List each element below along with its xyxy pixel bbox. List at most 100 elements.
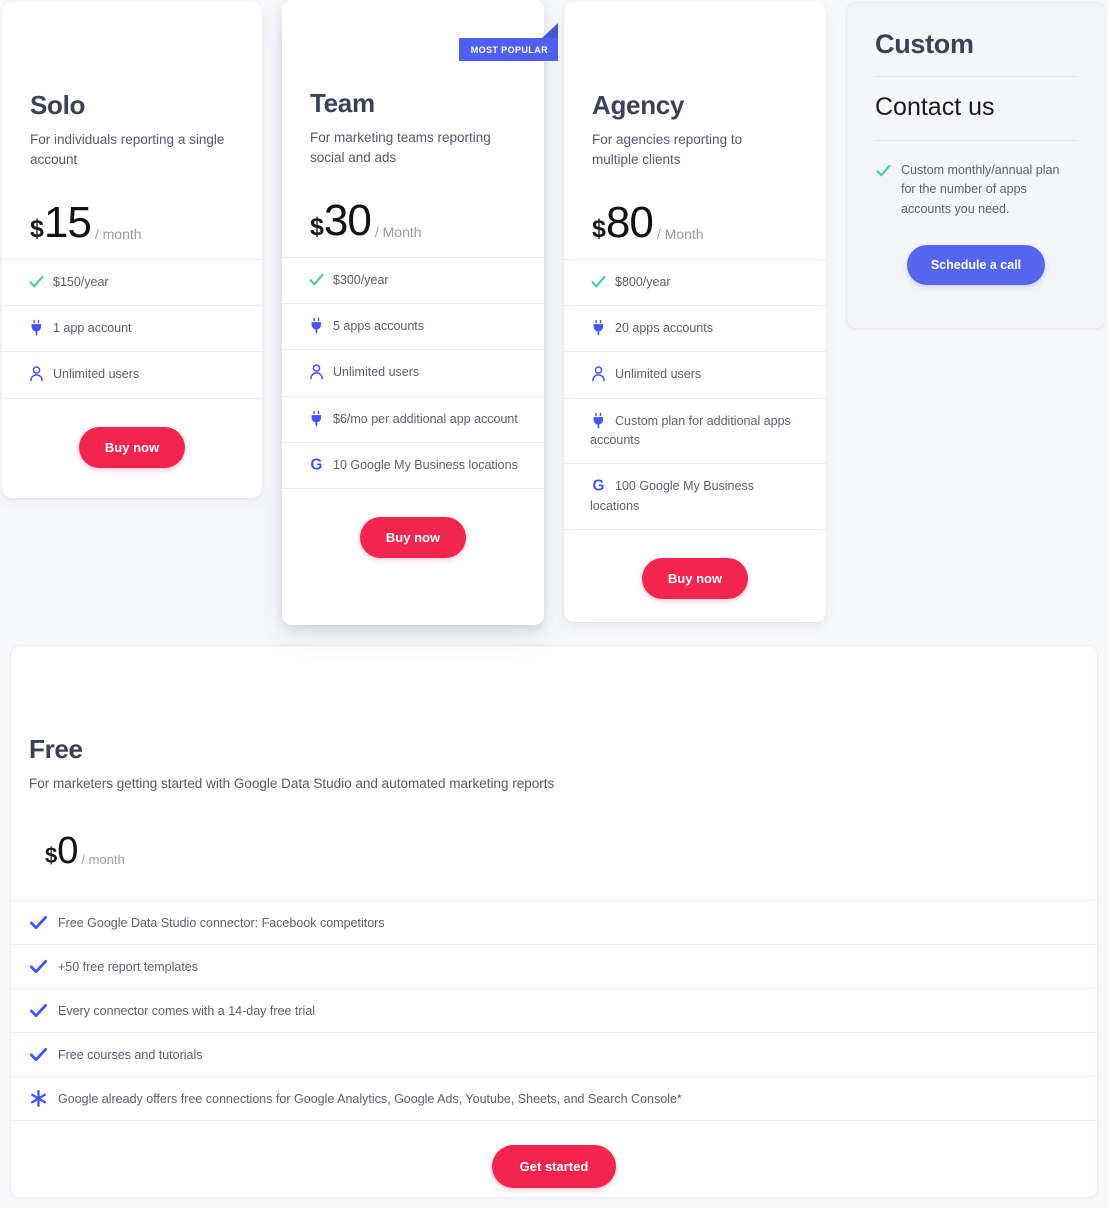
- feature-row: Free Google Data Studio connector: Faceb…: [11, 901, 1097, 946]
- plan-description: For marketers getting started with Googl…: [29, 776, 555, 791]
- plans-row: Solo For individuals reporting a single …: [0, 0, 1108, 640]
- most-popular-badge: MOST POPULAR: [458, 23, 558, 61]
- check-blue-icon: [29, 913, 48, 932]
- schedule-a-call-button[interactable]: Schedule a call: [906, 245, 1046, 286]
- price-amount: 30: [323, 195, 372, 245]
- pricing-page: Solo For individuals reporting a single …: [0, 0, 1108, 1208]
- price-currency: $: [30, 214, 44, 243]
- plan-price: $15 / month: [2, 171, 262, 245]
- feature-text: Unlimited users: [53, 367, 140, 382]
- buy-now-button[interactable]: Buy now: [359, 517, 467, 559]
- cta-wrap: Schedule a call: [875, 219, 1077, 286]
- feature-list: $300/year 5 apps accounts Unlimited user…: [282, 256, 544, 490]
- price-amount: 15: [43, 197, 92, 247]
- feature-text: 10 Google My Business locations: [333, 458, 518, 472]
- plan-card-free[interactable]: Free For marketers getting started with …: [10, 645, 1098, 1198]
- feature-text: Custom plan for additional apps accounts: [590, 413, 791, 447]
- plan-name: Agency: [592, 90, 685, 120]
- check-green-icon: [875, 162, 892, 179]
- plan-description: For individuals reporting a single accou…: [30, 132, 225, 168]
- plan-card-custom[interactable]: Custom Contact us Custom monthly/annual …: [846, 2, 1106, 329]
- check-blue-icon: [29, 957, 48, 976]
- feature-row: G 100 Google My Business locations: [564, 464, 826, 531]
- feature-row: +50 free report templates: [11, 945, 1097, 990]
- feature-row: Unlimited users: [282, 350, 544, 397]
- plan-card-team[interactable]: MOST POPULAR Team For marketing teams re…: [282, 0, 558, 625]
- svg-text:G: G: [593, 478, 605, 494]
- feature-text: $150/year: [53, 274, 109, 289]
- price-amount: 0: [57, 830, 78, 873]
- price-period: / month: [94, 225, 142, 242]
- price-period: / Month: [656, 225, 704, 242]
- price-currency: $: [310, 212, 324, 241]
- check-green-icon: [308, 271, 325, 288]
- asterisk-icon: [29, 1089, 48, 1108]
- feature-text: 5 apps accounts: [333, 318, 425, 333]
- feature-text: $300/year: [333, 272, 389, 287]
- plan-price: $80 / Month: [564, 171, 826, 245]
- feature-text: Free courses and tutorials: [58, 1047, 203, 1062]
- plan-price: $30 / Month: [282, 169, 544, 243]
- feature-list: Free Google Data Studio connector: Faceb…: [11, 900, 1097, 1122]
- feature-row: Custom monthly/annual plan for the numbe…: [875, 141, 1077, 219]
- plan-card-solo[interactable]: Solo For individuals reporting a single …: [2, 2, 262, 498]
- user-icon: [308, 363, 325, 380]
- buy-now-button[interactable]: Buy now: [78, 426, 186, 468]
- price-currency: $: [45, 843, 58, 869]
- feature-row: 5 apps accounts: [282, 304, 544, 351]
- plug-icon: [28, 319, 45, 336]
- feature-row: Unlimited users: [2, 352, 262, 399]
- feature-row: G 10 Google My Business locations: [282, 443, 544, 490]
- plan-name: Free: [29, 734, 83, 764]
- feature-row: Custom plan for additional apps accounts: [564, 399, 826, 465]
- price-period: / Month: [374, 223, 422, 240]
- plan-header-solo: Solo For individuals reporting a single …: [2, 2, 262, 171]
- cta-wrap: Buy now: [2, 399, 262, 468]
- feature-list: $800/year 20 apps accounts Unlimited use…: [564, 258, 826, 531]
- feature-row: $300/year: [282, 258, 544, 304]
- feature-row: $150/year: [2, 260, 262, 306]
- feature-row: 1 app account: [2, 306, 262, 353]
- feature-row: Google already offers free connections f…: [11, 1077, 1097, 1122]
- plug-icon: [590, 412, 607, 429]
- plan-header-agency: Agency For agencies reporting to multipl…: [564, 2, 826, 171]
- feature-row: Unlimited users: [564, 352, 826, 399]
- check-green-icon: [28, 273, 45, 290]
- cta-wrap: Buy now: [564, 530, 826, 600]
- plan-description: For agencies reporting to multiple clien…: [592, 132, 743, 168]
- contact-heading: Contact us: [875, 93, 995, 121]
- feature-text: +50 free report templates: [58, 959, 199, 974]
- check-blue-icon: [29, 1045, 48, 1064]
- feature-row: $6/mo per additional app account: [282, 397, 544, 443]
- cta-wrap: Get started: [11, 1121, 1097, 1189]
- plug-icon: [308, 410, 325, 427]
- feature-text: 1 app account: [53, 320, 132, 335]
- feature-row: $800/year: [564, 260, 826, 306]
- get-started-button[interactable]: Get started: [491, 1145, 617, 1189]
- feature-text: 20 apps accounts: [615, 320, 713, 335]
- svg-text:G: G: [311, 457, 323, 473]
- check-blue-icon: [29, 1001, 48, 1020]
- feature-text: Google already offers free connections f…: [58, 1091, 682, 1106]
- buy-now-button[interactable]: Buy now: [641, 558, 749, 600]
- custom-title: Custom: [875, 29, 974, 59]
- feature-text: Free Google Data Studio connector: Faceb…: [58, 915, 385, 930]
- price-currency: $: [592, 214, 606, 243]
- plug-icon: [590, 319, 607, 336]
- user-icon: [28, 365, 45, 382]
- feature-text: Unlimited users: [333, 365, 420, 380]
- custom-inner: Custom Contact us Custom monthly/annual …: [847, 3, 1105, 286]
- feature-text: Unlimited users: [615, 367, 702, 382]
- plan-card-agency[interactable]: Agency For agencies reporting to multipl…: [564, 2, 826, 622]
- ribbon-fold-icon: [542, 23, 558, 38]
- price-amount: 80: [605, 197, 654, 247]
- cta-wrap: Buy now: [282, 489, 544, 559]
- plug-icon: [308, 317, 325, 334]
- plan-header-team: Team For marketing teams reporting socia…: [282, 0, 544, 169]
- check-green-icon: [590, 273, 607, 290]
- plan-description: For marketing teams reporting social and…: [310, 130, 491, 166]
- feature-text: $6/mo per additional app account: [333, 411, 518, 426]
- google-g-icon: G: [590, 477, 607, 494]
- feature-text: Every connector comes with a 14-day free…: [58, 1003, 316, 1018]
- user-icon: [590, 365, 607, 382]
